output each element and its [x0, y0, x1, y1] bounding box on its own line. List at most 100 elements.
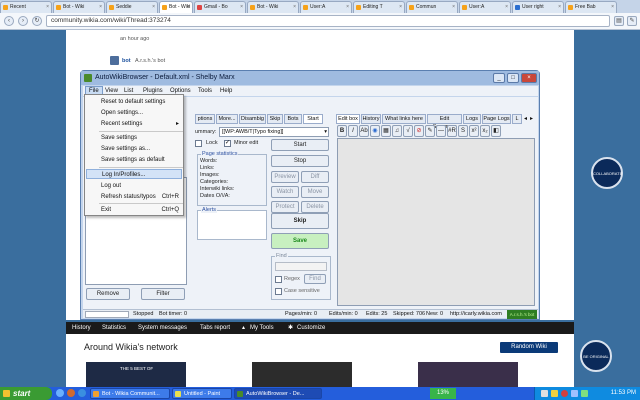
taskbar-item-browser[interactable]: Bot - Wikia Communit...: [90, 388, 170, 399]
browser-tab[interactable]: Bot - Wiki ×: [53, 1, 105, 13]
network-thumbnail[interactable]: [252, 362, 352, 387]
find-input[interactable]: [275, 262, 327, 271]
bold-icon[interactable]: B: [337, 125, 347, 137]
browser-tab[interactable]: Recent ×: [0, 1, 52, 13]
toolbar-tabs-report[interactable]: Tabs report: [200, 322, 230, 334]
delete-button[interactable]: Delete: [301, 201, 329, 213]
tab-edit-summary[interactable]: Edit Summary: [427, 114, 462, 130]
toolbar-customize[interactable]: Customize: [297, 322, 325, 334]
back-icon[interactable]: ‹: [4, 16, 14, 26]
close-icon[interactable]: ×: [452, 2, 455, 13]
network-thumbnail[interactable]: THE 5 BEST OF: [86, 362, 186, 387]
menu-item-save-settings[interactable]: Save settings: [101, 133, 183, 143]
case-sensitive-checkbox[interactable]: [275, 288, 282, 295]
tray-security-icon[interactable]: [561, 390, 568, 397]
browser-tab[interactable]: User:A ×: [459, 1, 511, 13]
network-thumbnail[interactable]: [418, 362, 518, 387]
link-icon[interactable]: Ab: [359, 125, 369, 137]
close-icon[interactable]: ×: [558, 2, 561, 13]
redirect-icon[interactable]: #R: [447, 125, 457, 137]
taskbar-item-awb[interactable]: AutoWikiBrowser - De...: [234, 388, 322, 399]
menu-item-save-settings-as[interactable]: Save settings as...: [101, 144, 183, 154]
browser-tab[interactable]: Free Bab ×: [565, 1, 617, 13]
quick-launch-chrome-icon[interactable]: [78, 389, 86, 397]
tray-power-icon[interactable]: [581, 390, 588, 397]
tab-more-right[interactable]: L: [512, 114, 522, 124]
gear-icon[interactable]: ✱: [288, 322, 293, 334]
browser-tab[interactable]: Commun ×: [406, 1, 458, 13]
diff-button[interactable]: Diff: [301, 171, 329, 183]
protect-button[interactable]: Protect: [271, 201, 299, 213]
random-wiki-button[interactable]: Random Wiki: [500, 342, 558, 353]
find-button[interactable]: Find: [304, 274, 326, 284]
bot-username-link[interactable]: bot: [122, 58, 131, 64]
battery-indicator[interactable]: 13%: [430, 388, 456, 399]
menu-item-refresh-status[interactable]: Refresh status/typos Ctrl+R: [101, 192, 183, 202]
external-link-icon[interactable]: ◉: [370, 125, 380, 137]
browser-tab[interactable]: User:A ×: [300, 1, 352, 13]
menu-item-login-profiles[interactable]: Log In/Profiles...: [86, 169, 182, 179]
menu-item-log-out[interactable]: Log out: [101, 181, 183, 191]
quick-launch-media-icon[interactable]: [67, 389, 75, 397]
regex-checkbox[interactable]: [275, 276, 282, 283]
url-input[interactable]: community.wikia.com/wiki/Thread:373274: [46, 15, 610, 27]
clock[interactable]: 11:53 PM: [611, 387, 636, 400]
maximize-icon[interactable]: □: [507, 73, 519, 83]
tray-app-icon[interactable]: [551, 390, 558, 397]
move-button[interactable]: Move: [301, 186, 329, 198]
page-menu-icon[interactable]: ▤: [614, 16, 624, 26]
tab-scroll-left-icon[interactable]: ◂: [524, 115, 527, 122]
close-icon[interactable]: ×: [505, 2, 508, 13]
tray-network-icon[interactable]: [541, 390, 548, 397]
comment-icon[interactable]: ◧: [491, 125, 501, 137]
watch-button[interactable]: Watch: [271, 186, 299, 198]
menu-item-save-as-default[interactable]: Save settings as default: [101, 155, 183, 165]
nowiki-icon[interactable]: ⊘: [414, 125, 424, 137]
subscript-icon[interactable]: x₂: [480, 125, 490, 137]
wrench-icon[interactable]: ✎: [627, 16, 637, 26]
remove-button[interactable]: Remove: [86, 288, 130, 300]
tab-options[interactable]: ptions: [195, 114, 215, 124]
tab-history[interactable]: History: [361, 114, 381, 124]
close-icon[interactable]: ×: [240, 2, 243, 13]
browser-tab[interactable]: Gmail - Bo ×: [194, 1, 246, 13]
toolbar-system-messages[interactable]: System messages: [138, 322, 187, 334]
tab-disambig[interactable]: Disambig: [239, 114, 266, 124]
browser-tab-active[interactable]: Bot - Wiki ×: [159, 1, 193, 13]
minimize-icon[interactable]: _: [493, 73, 505, 83]
skip-button[interactable]: Skip: [271, 213, 329, 229]
tray-volume-icon[interactable]: [571, 390, 578, 397]
close-icon[interactable]: ×: [346, 2, 349, 13]
stop-button[interactable]: Stop: [271, 155, 329, 167]
awb-titlebar[interactable]: AutoWikiBrowser - Default.xml - Shelby M…: [81, 71, 539, 85]
tab-logs[interactable]: Logs: [463, 114, 481, 124]
image-icon[interactable]: ▦: [381, 125, 391, 137]
browser-tab[interactable]: Seddie ×: [106, 1, 158, 13]
toolbar-history[interactable]: History: [72, 322, 91, 334]
summary-dropdown[interactable]: [[WP:AWB/T|Typo fixing]] ▾: [219, 127, 329, 137]
close-icon[interactable]: ×: [46, 2, 49, 13]
taskbar-item-paint[interactable]: Untitled - Paint: [172, 388, 232, 399]
menu-help[interactable]: Help: [217, 86, 235, 96]
menu-item-exit[interactable]: Exit Ctrl+Q: [101, 205, 183, 215]
tab-scroll-right-icon[interactable]: ▸: [530, 115, 533, 122]
browser-tab[interactable]: User right ×: [512, 1, 564, 13]
close-icon[interactable]: ×: [99, 2, 102, 13]
close-icon[interactable]: ×: [152, 2, 155, 13]
start-button[interactable]: Start: [271, 139, 329, 151]
tab-page-logs[interactable]: Page Logs: [482, 114, 511, 124]
menu-item-open-settings[interactable]: Open settings...: [101, 108, 183, 118]
browser-tab[interactable]: Editing T ×: [353, 1, 405, 13]
horizontal-line-icon[interactable]: —: [436, 125, 446, 137]
tab-start[interactable]: Start: [303, 114, 323, 124]
strike-icon[interactable]: S: [458, 125, 468, 137]
toolbar-statistics[interactable]: Statistics: [102, 322, 126, 334]
quick-launch-browser-icon[interactable]: [56, 389, 64, 397]
edit-box-textarea[interactable]: [337, 138, 535, 306]
tab-what-links-here[interactable]: What links here: [382, 114, 426, 124]
close-icon[interactable]: ×: [399, 2, 402, 13]
save-button[interactable]: Save: [271, 233, 329, 249]
preview-button[interactable]: Preview: [271, 171, 299, 183]
menu-tools[interactable]: Tools: [195, 86, 215, 96]
close-icon[interactable]: ×: [611, 2, 614, 13]
